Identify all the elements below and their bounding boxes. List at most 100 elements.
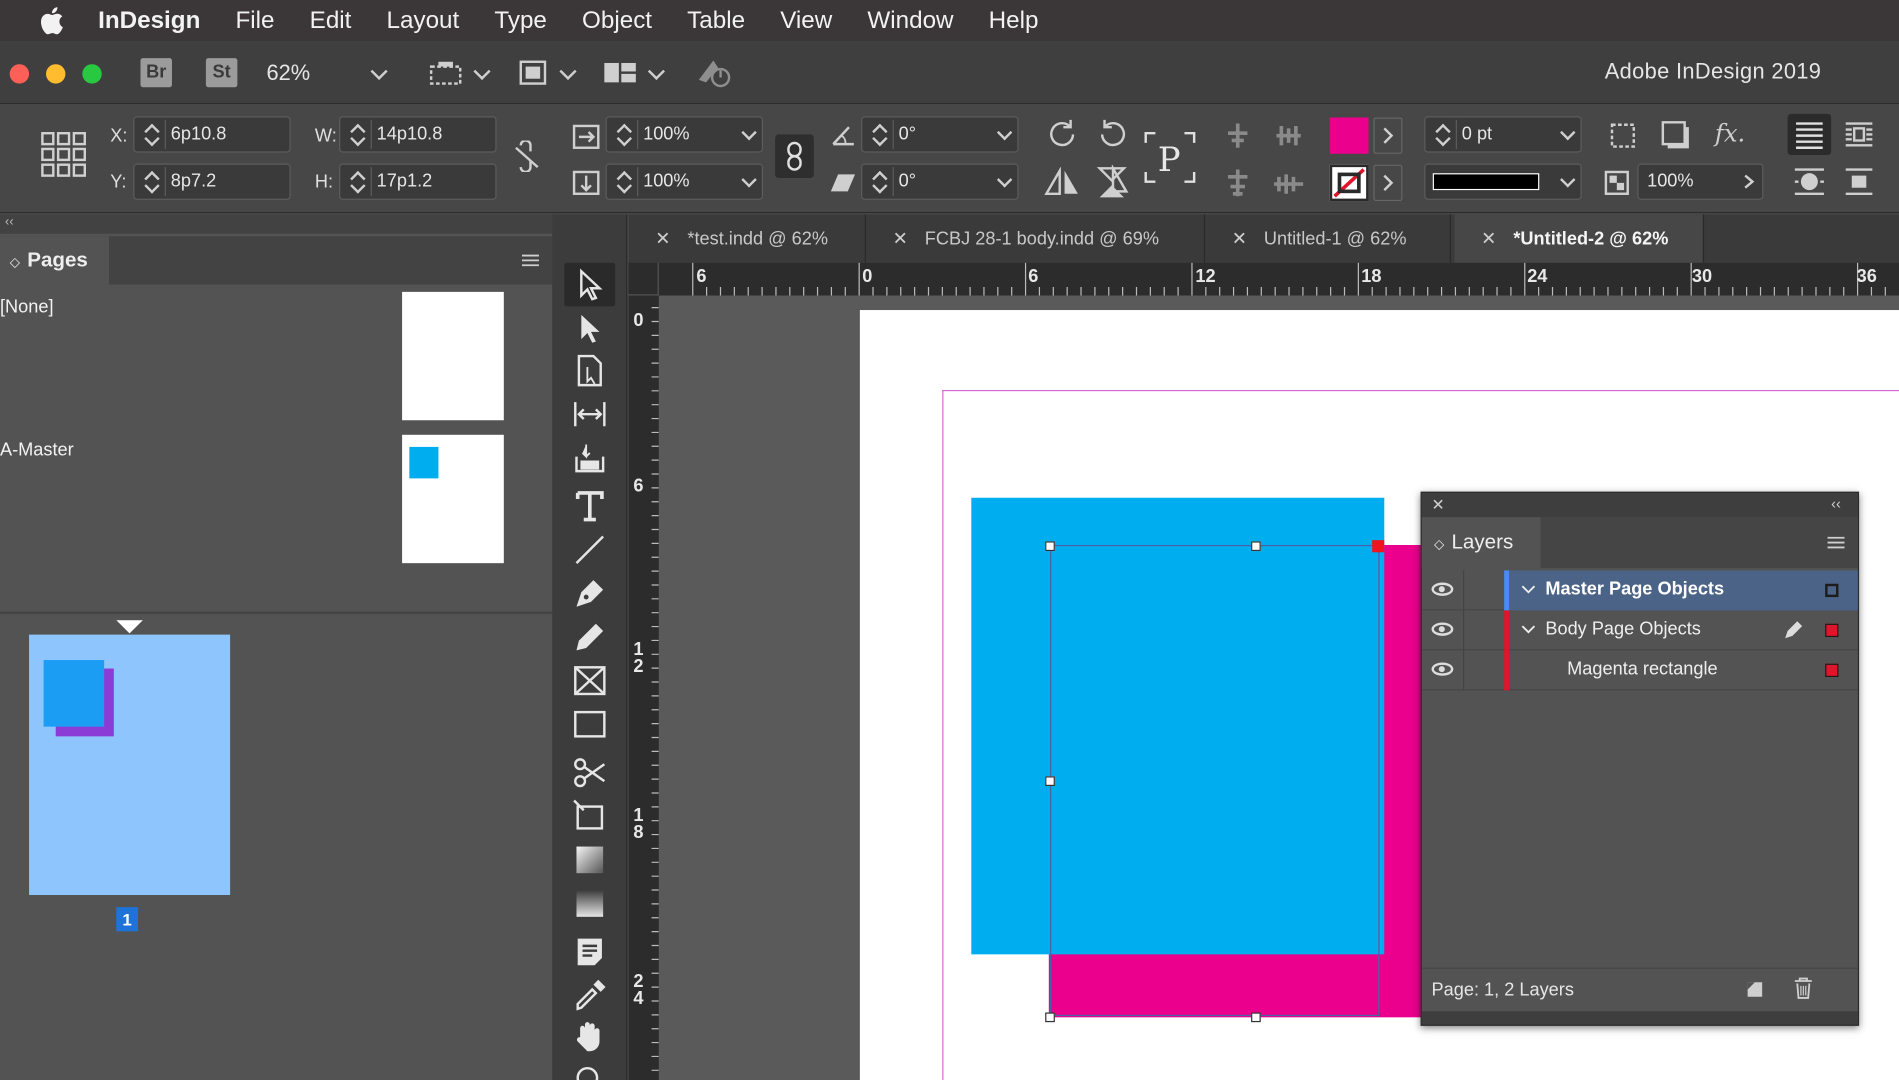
selection-handle[interactable]: [1045, 1012, 1055, 1023]
close-tab-icon[interactable]: ✕: [1232, 229, 1247, 250]
fill-dropdown-button[interactable]: [1373, 117, 1403, 154]
stroke-weight-dropdown-icon[interactable]: [1560, 124, 1576, 141]
close-tab-icon[interactable]: ✕: [893, 229, 908, 250]
arrange-documents-icon[interactable]: [603, 61, 637, 85]
line-tool-icon[interactable]: [572, 532, 608, 568]
zoom-level[interactable]: 62%: [266, 61, 310, 86]
close-window-button[interactable]: [9, 64, 30, 84]
tab-test-indd[interactable]: ✕ *test.indd @ 62%: [629, 214, 866, 263]
y-position-field[interactable]: 8p7.2: [133, 163, 291, 200]
scale-x-field[interactable]: 100%: [605, 116, 763, 153]
lock-column[interactable]: [1463, 610, 1465, 651]
note-tool-icon[interactable]: [572, 934, 608, 970]
scissors-tool-icon[interactable]: [572, 755, 608, 791]
drop-shadow-icon[interactable]: [1659, 119, 1690, 150]
master-none-thumbnail[interactable]: [402, 291, 504, 421]
visibility-eye-icon[interactable]: [1431, 582, 1454, 596]
free-transform-tool-icon[interactable]: [572, 798, 608, 834]
close-tab-icon[interactable]: ✕: [655, 229, 670, 250]
apple-icon[interactable]: [34, 5, 68, 36]
align-top-icon[interactable]: [1223, 121, 1252, 150]
x-position-field[interactable]: 6p10.8: [133, 116, 291, 153]
opacity-field[interactable]: 100%: [1637, 163, 1764, 200]
text-wrap-jump-object-icon[interactable]: [1843, 165, 1874, 199]
stroke-type-dropdown-icon[interactable]: [1560, 172, 1576, 188]
view-options-icon[interactable]: [429, 59, 463, 86]
layer-row-body-page-objects[interactable]: Body Page Objects: [1421, 610, 1858, 651]
screen-mode-icon[interactable]: [517, 58, 548, 87]
rectangle-tool-icon[interactable]: [572, 706, 608, 742]
panel-resize-grip[interactable]: [1421, 1011, 1858, 1025]
constrain-proportions-icon[interactable]: [514, 140, 541, 172]
screen-mode-dropdown-icon[interactable]: [559, 62, 577, 81]
stroke-swatch-none[interactable]: [1329, 164, 1369, 202]
reference-point-icon[interactable]: [40, 131, 88, 179]
collapse-left-button[interactable]: ‹‹: [5, 214, 14, 229]
menu-object[interactable]: Object: [582, 7, 652, 35]
selection-handle[interactable]: [1045, 776, 1055, 787]
scale-y-dropdown-icon[interactable]: [741, 172, 757, 188]
horizontal-ruler[interactable]: 6 0 6 12 18 24 30 36: [628, 262, 1899, 296]
zoom-window-button[interactable]: [82, 64, 102, 84]
minimize-window-button[interactable]: [46, 64, 66, 84]
text-wrap-object-shape-icon[interactable]: [1792, 165, 1826, 199]
page-tool-icon[interactable]: [572, 352, 608, 388]
pages-tab[interactable]: ◇ Pages: [0, 236, 109, 285]
width-field[interactable]: 14p10.8: [339, 116, 497, 153]
rotation-angle-field[interactable]: 0°: [861, 116, 1019, 153]
ruler-origin[interactable]: [628, 262, 659, 296]
flip-horizontal-icon[interactable]: [1044, 167, 1080, 198]
selection-tool-icon[interactable]: [572, 266, 608, 302]
rotate-clockwise-icon[interactable]: [1046, 117, 1080, 151]
stroke-weight-field[interactable]: 0 pt: [1424, 116, 1582, 153]
a-master-label[interactable]: A-Master: [0, 440, 74, 461]
hand-tool-icon[interactable]: [572, 1019, 608, 1055]
tab-fcbj-body[interactable]: ✕ FCBJ 28-1 body.indd @ 69%: [866, 214, 1206, 263]
layer-selection-square[interactable]: [1825, 583, 1839, 598]
w-stepper[interactable]: [345, 119, 372, 149]
page-number-badge[interactable]: 1: [116, 907, 139, 932]
zoom-tool-icon[interactable]: [572, 1062, 608, 1080]
close-tab-icon[interactable]: ✕: [1481, 229, 1496, 250]
pencil-tool-icon[interactable]: [572, 619, 608, 655]
chevron-down-icon[interactable]: [1521, 624, 1536, 636]
stroke-type-select[interactable]: [1424, 163, 1582, 200]
shear-stepper[interactable]: [867, 167, 894, 197]
menu-layout[interactable]: Layout: [387, 7, 460, 35]
layer-row-master-page-objects[interactable]: Master Page Objects: [1421, 570, 1858, 611]
panel-menu-icon[interactable]: [1826, 535, 1845, 550]
layers-tab[interactable]: ◇ Layers: [1421, 517, 1541, 569]
menu-view[interactable]: View: [780, 7, 832, 35]
stock-button[interactable]: St: [205, 58, 238, 88]
menu-app[interactable]: InDesign: [98, 7, 200, 35]
eyedropper-tool-icon[interactable]: [572, 977, 608, 1013]
selection-handle[interactable]: [1251, 541, 1261, 552]
menu-file[interactable]: File: [236, 7, 275, 35]
scale-x-icon[interactable]: [572, 124, 601, 151]
rotation-stepper[interactable]: [867, 119, 894, 149]
layer-name[interactable]: Body Page Objects: [1545, 619, 1701, 640]
vertical-ruler[interactable]: 0 6 1 2 1 8 2 4: [628, 295, 659, 1080]
publish-online-icon[interactable]: [694, 56, 733, 90]
new-layer-icon[interactable]: [1744, 979, 1766, 1001]
flip-vertical-icon[interactable]: [1095, 164, 1129, 201]
menu-window[interactable]: Window: [867, 7, 953, 35]
a-master-thumbnail[interactable]: [402, 434, 504, 564]
content-collector-tool-icon[interactable]: [572, 440, 608, 476]
gradient-swatch-tool-icon[interactable]: [572, 842, 608, 878]
height-field[interactable]: 17p1.2: [339, 163, 497, 200]
tab-untitled-1[interactable]: ✕ Untitled-1 @ 62%: [1205, 214, 1451, 263]
view-options-dropdown-icon[interactable]: [473, 62, 491, 81]
drop-shadow-frame-icon[interactable]: [1608, 121, 1637, 150]
visibility-eye-icon[interactable]: [1431, 662, 1454, 676]
chevron-down-icon[interactable]: [1521, 584, 1536, 596]
lock-column[interactable]: [1463, 570, 1465, 611]
rectangle-frame-tool-icon[interactable]: [572, 662, 608, 698]
y-stepper[interactable]: [139, 167, 166, 197]
master-none-label[interactable]: [None]: [0, 297, 54, 318]
object-selection-square[interactable]: [1825, 663, 1839, 678]
close-panel-icon[interactable]: ✕: [1432, 495, 1445, 514]
rotate-counterclockwise-icon[interactable]: [1095, 117, 1129, 151]
selected-content-frame-icon[interactable]: P: [1143, 131, 1196, 184]
collapse-panel-icon[interactable]: ‹‹: [1831, 495, 1841, 512]
